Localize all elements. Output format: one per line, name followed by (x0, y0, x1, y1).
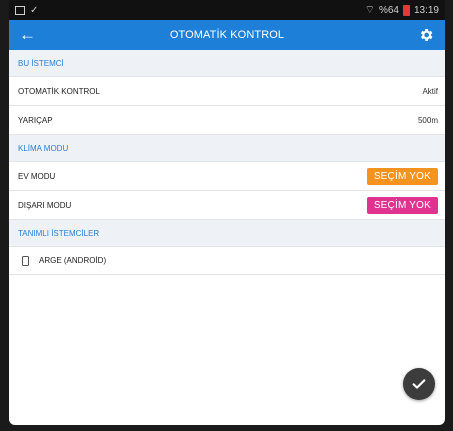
device-name: ARGE (ANDROİD) (39, 256, 107, 265)
battery-icon (402, 4, 410, 16)
wifi-icon: ⌔ (364, 4, 375, 16)
gallery-notification-icon (15, 5, 25, 15)
gear-icon[interactable] (417, 26, 435, 44)
away-mode-row: DIŞARI MODU SEÇİM YOK (9, 191, 445, 220)
radius-row[interactable]: YARIÇAP 500m (9, 106, 445, 135)
notification-icons: ✓ (15, 4, 40, 16)
auto-control-value: Aktif (422, 86, 438, 96)
check-icon (412, 379, 426, 389)
status-bar: ✓ ⌔ %64 13:19 (9, 0, 445, 20)
phone-icon (22, 255, 29, 266)
status-right: ⌔ %64 13:19 (365, 3, 439, 17)
radius-label: YARIÇAP (18, 115, 53, 125)
signal-text: %64 (378, 4, 399, 16)
page-title: OTOMATİK KONTROL (169, 29, 285, 41)
away-mode-label: DIŞARI MODU (18, 200, 72, 210)
section-header-clients: TANIMLI İSTEMCİLER (9, 220, 445, 247)
app-screen: ✓ ⌔ %64 13:19 ← OTOMATİK KONTROL BU İSTE… (9, 0, 445, 425)
auto-control-row[interactable]: OTOMATİK KONTROL Aktif (9, 77, 445, 106)
list-item[interactable]: ARGE (ANDROİD) (9, 247, 445, 275)
away-mode-select-button[interactable]: SEÇİM YOK (366, 196, 438, 214)
home-mode-select-button[interactable]: SEÇİM YOK (366, 167, 438, 185)
clock: 13:19 (413, 4, 439, 16)
section-header-client: BU İSTEMCİ (9, 50, 445, 77)
confirm-button[interactable] (403, 368, 435, 400)
radius-value: 500m (417, 115, 438, 125)
check-notification-icon: ✓ (30, 4, 39, 16)
section-header-ac-mode: KLİMA MODU (9, 135, 445, 162)
arrow-left-icon[interactable]: ← (19, 20, 39, 50)
auto-control-label: OTOMATİK KONTROL (18, 86, 100, 96)
home-mode-label: EV MODU (18, 171, 56, 181)
app-bar: ← OTOMATİK KONTROL (9, 20, 445, 50)
home-mode-row: EV MODU SEÇİM YOK (9, 162, 445, 191)
